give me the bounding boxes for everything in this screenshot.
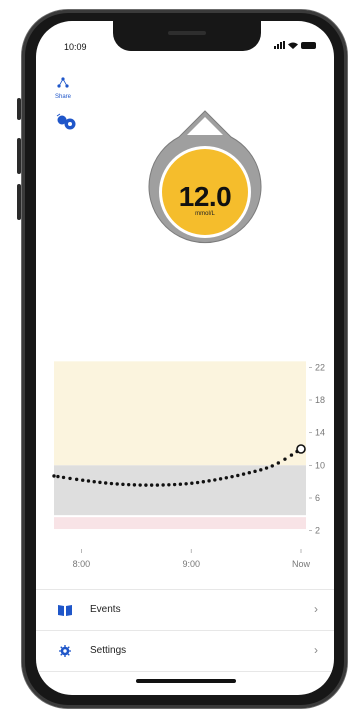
glucose-trend-dot: [247, 471, 252, 475]
glucose-trend-dot: [241, 472, 246, 476]
glucose-trend-dot: [126, 482, 131, 487]
glucose-trend-dot: [86, 479, 91, 483]
signal-icon: [274, 41, 285, 49]
y-tick-label: 22: [315, 362, 325, 372]
share-button[interactable]: Share: [52, 75, 74, 100]
glucose-trend-dot: [52, 474, 56, 478]
status-icons: [274, 41, 316, 49]
glucose-trend-dot: [121, 482, 125, 487]
glucose-trend-dot: [230, 474, 234, 479]
glucose-unit: mmol/L: [195, 211, 215, 217]
y-tick-label: 14: [315, 428, 325, 438]
y-tick-label: 10: [315, 460, 325, 470]
glucose-trend-dot: [167, 483, 171, 487]
glucose-trend-dot: [98, 480, 102, 485]
gear-icon: [59, 645, 71, 657]
chevron-right-icon: ›: [314, 643, 318, 657]
glucose-trend-dot: [289, 453, 294, 457]
share-icon: [57, 77, 69, 88]
y-tick-label: 6: [315, 493, 320, 503]
high-zone: [54, 361, 306, 466]
x-tick-label: 8:00: [73, 559, 91, 569]
glucose-trend-dot: [283, 457, 287, 461]
menu-item-settings[interactable]: Settings ›: [36, 630, 334, 672]
low-zone: [54, 517, 306, 530]
glucose-chart: 22 18 14 10 6 2 8:00 9:00 Now: [52, 361, 325, 569]
battery-icon: [301, 41, 316, 49]
x-tick-label: Now: [292, 559, 311, 569]
share-label: Share: [54, 94, 71, 100]
glucose-trend-dot: [190, 481, 194, 485]
glucose-trend-dot: [68, 476, 72, 481]
menu-item-label: Events: [90, 604, 121, 615]
glucose-trend-dot: [259, 468, 263, 472]
y-tick-label: 2: [315, 526, 320, 536]
glucose-trend-dot: [207, 479, 211, 483]
glucose-trend-dot: [270, 464, 274, 468]
speaker: [168, 31, 206, 35]
x-tick-label: 9:00: [182, 559, 200, 569]
glucose-trend-dot: [155, 483, 160, 487]
glucose-trend-dot: [144, 483, 148, 487]
glucose-trend-dot: [224, 476, 229, 480]
glucose-trend-dot: [213, 478, 217, 482]
chevron-right-icon: ›: [314, 602, 318, 616]
y-tick-label: 18: [315, 395, 325, 405]
glucose-trend-dot: [184, 482, 188, 486]
sensor-icon[interactable]: [54, 113, 80, 133]
glucose-trend-dot: [115, 482, 119, 486]
glucose-trend-dot: [138, 483, 142, 487]
target-range-band: [54, 465, 306, 516]
menu-list: Events › Settings ›: [36, 589, 334, 672]
notch: [113, 21, 261, 51]
glucose-reading: 12.0 mmol/L: [143, 107, 267, 247]
current-reading-point: [296, 444, 306, 454]
book-icon: [58, 605, 72, 616]
glucose-trend-dot: [81, 478, 85, 482]
mute-switch: [17, 98, 21, 120]
glucose-trend-dot: [109, 481, 114, 486]
glucose-trend-dot: [201, 480, 206, 484]
glucose-trend-dot: [264, 466, 269, 470]
glucose-trend-dot: [161, 483, 165, 487]
glucose-trend-dot: [178, 482, 183, 486]
glucose-trend-dot: [195, 480, 200, 485]
glucose-value: 12.0: [178, 181, 232, 212]
glucose-trend-dot: [56, 474, 60, 479]
glucose-trend-dot: [61, 475, 66, 480]
home-indicator: [136, 679, 236, 683]
glucose-trend-dot: [74, 477, 79, 482]
glucose-trend-dot: [236, 473, 240, 478]
glucose-trend-dot: [149, 483, 154, 487]
glucose-trend-dot: [172, 482, 177, 487]
glucose-trend-dot: [103, 481, 108, 485]
volume-down-button: [17, 184, 21, 220]
glucose-trend-dot: [276, 461, 281, 465]
menu-item-label: Settings: [90, 645, 127, 656]
trend-arrow-drop-icon: [148, 110, 262, 244]
glucose-trend-dot: [92, 480, 96, 484]
wifi-icon: [288, 42, 298, 49]
menu-item-events[interactable]: Events ›: [36, 589, 334, 630]
glucose-trend-dot: [218, 477, 223, 481]
glucose-trend-dot: [132, 483, 137, 487]
status-time: 10:09: [64, 42, 87, 52]
volume-up-button: [17, 138, 21, 174]
glucose-trend-dot: [253, 469, 257, 474]
screen: 10:09 Share 12.0 mmol/L 22 18 14 10 6 2 …: [36, 21, 334, 695]
